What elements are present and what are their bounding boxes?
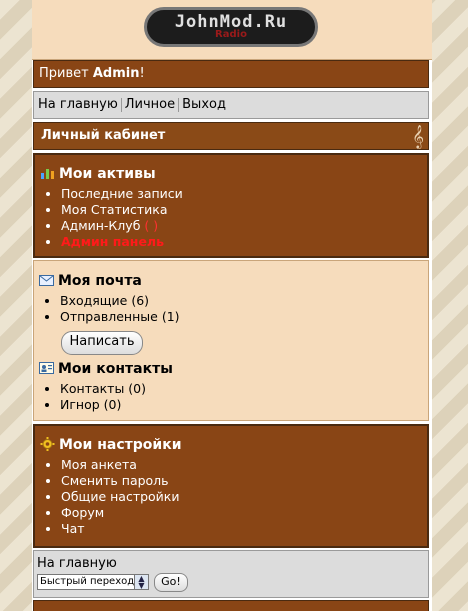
list-item[interactable]: Админ панель: [61, 234, 183, 250]
logo-bar: JohnMod.Ru Radio: [32, 0, 432, 60]
list-item[interactable]: Моя Статистика: [61, 202, 183, 218]
mail-title-text: Моя почта: [58, 273, 142, 289]
link-my-profile[interactable]: Моя анкета: [61, 457, 137, 472]
quick-jump-select[interactable]: Быстрый переход ▲ ▼: [37, 574, 149, 590]
contacts-card-icon: [39, 362, 54, 374]
cabinet-title: Личный кабинет: [41, 128, 166, 143]
list-item[interactable]: Последние записи: [61, 186, 183, 202]
list-item[interactable]: Отправленные (1): [60, 309, 180, 325]
greeting-prefix: Привет: [39, 66, 93, 81]
gear-icon: [40, 437, 55, 451]
greeting-username: Admin: [92, 66, 140, 81]
link-admin-panel[interactable]: Админ панель: [61, 234, 164, 249]
list-item[interactable]: Сменить пароль: [61, 473, 179, 489]
admin-club-count: ( ): [144, 218, 159, 233]
link-contacts[interactable]: Контакты (0): [60, 381, 146, 396]
link-change-password[interactable]: Сменить пароль: [61, 473, 169, 488]
list-item[interactable]: Форум: [61, 505, 179, 521]
settings-section: Мои настройки Моя анкета Сменить пароль …: [33, 424, 429, 548]
list-item[interactable]: Общие настройки: [61, 489, 179, 505]
nav-personal-link[interactable]: Личное: [125, 97, 175, 112]
settings-list: Моя анкета Сменить пароль Общие настройк…: [43, 457, 179, 537]
contacts-title: Мои контакты: [39, 360, 173, 378]
settings-title-text: Мои настройки: [59, 437, 182, 453]
site-logo[interactable]: JohnMod.Ru Radio: [144, 7, 318, 47]
contacts-list: Контакты (0) Игнор (0): [42, 381, 146, 413]
spinner-arrows-icon[interactable]: ▲ ▼: [134, 575, 148, 590]
greeting-suffix: !: [139, 66, 145, 81]
bottom-nav: На главную Быстрый переход ▲ ▼ Go!: [33, 550, 429, 598]
link-forum[interactable]: Форум: [61, 505, 104, 520]
assets-section: Мои активы Последние записи Моя Статисти…: [33, 153, 429, 258]
link-general-settings[interactable]: Общие настройки: [61, 489, 179, 504]
greeting-bar: Привет Admin!: [33, 60, 429, 88]
mail-title: Моя почта: [39, 272, 142, 290]
list-item[interactable]: Игнор (0): [60, 397, 146, 413]
envelope-icon: [39, 275, 54, 286]
link-sent[interactable]: Отправленные (1): [60, 309, 180, 324]
write-message-button[interactable]: Написать: [61, 331, 143, 355]
nav-home-link[interactable]: На главную: [38, 97, 118, 112]
contacts-title-text: Мои контакты: [58, 361, 173, 377]
nav-divider: [178, 97, 180, 112]
quick-jump-value: Быстрый переход: [40, 576, 135, 587]
list-item[interactable]: Чат: [61, 521, 179, 537]
link-ignore[interactable]: Игнор (0): [60, 397, 121, 412]
mail-contacts-section: Моя почта Входящие (6) Отправленные (1) …: [33, 260, 429, 421]
mail-list: Входящие (6) Отправленные (1): [42, 293, 180, 325]
settings-title: Мои настройки: [40, 436, 182, 454]
assets-list: Последние записи Моя Статистика Админ-Кл…: [43, 186, 183, 250]
link-my-statistics[interactable]: Моя Статистика: [61, 202, 168, 217]
nav-logout-link[interactable]: Выход: [182, 97, 226, 112]
go-button[interactable]: Go!: [154, 573, 188, 592]
link-inbox[interactable]: Входящие (6): [60, 293, 149, 308]
top-nav: На главную Личное Выход: [33, 91, 429, 119]
bar-chart-icon: [41, 169, 54, 179]
link-latest-posts[interactable]: Последние записи: [61, 186, 183, 201]
assets-title-text: Мои активы: [59, 166, 156, 182]
assets-title: Мои активы: [40, 165, 156, 183]
list-item[interactable]: Админ-Клуб ( ): [61, 218, 183, 234]
list-item[interactable]: Контакты (0): [60, 381, 146, 397]
page: JohnMod.Ru Radio Привет Admin! На главну…: [32, 0, 432, 611]
treble-clef-icon: 𝄞: [412, 124, 424, 148]
cabinet-header: Личный кабинет 𝄞: [33, 122, 429, 150]
footer-strip: [33, 600, 429, 611]
nav-divider: [120, 97, 122, 112]
logo-subtext: Radio: [215, 29, 247, 40]
link-chat[interactable]: Чат: [61, 521, 85, 536]
list-item[interactable]: Входящие (6): [60, 293, 180, 309]
list-item[interactable]: Моя анкета: [61, 457, 179, 473]
bottom-home-link[interactable]: На главную: [37, 556, 117, 572]
link-admin-club[interactable]: Админ-Клуб: [61, 218, 140, 233]
